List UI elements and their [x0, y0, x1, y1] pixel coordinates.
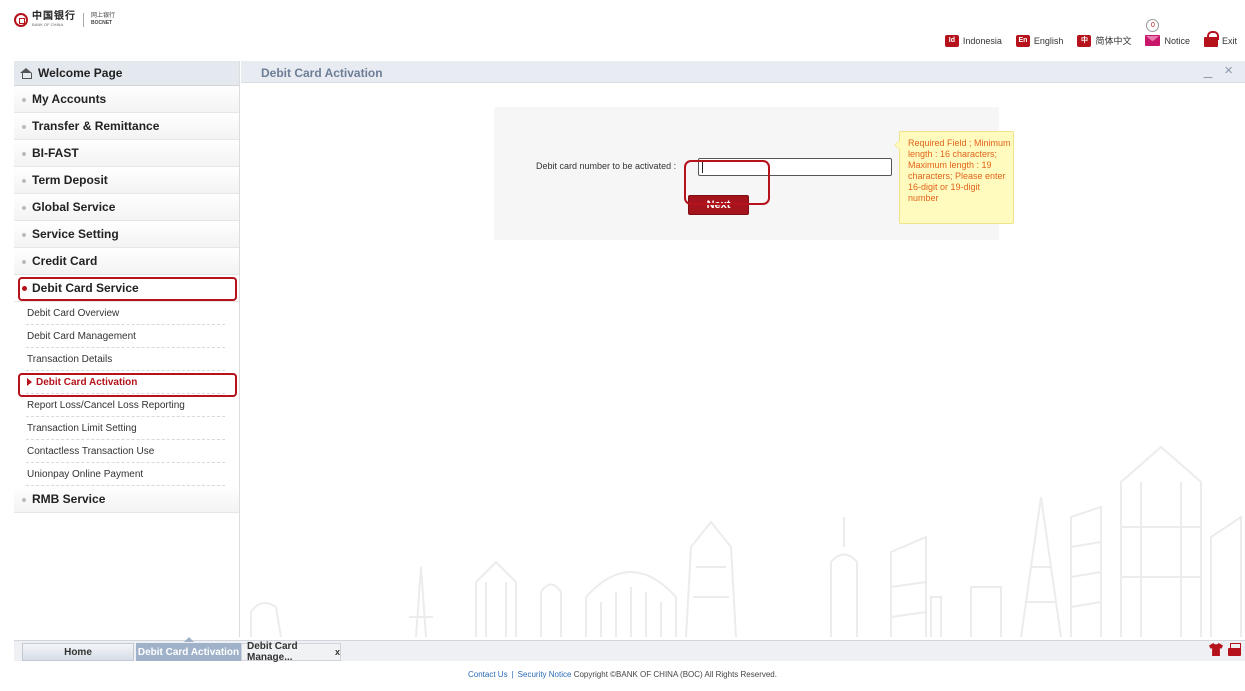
sidebar-item-label: Debit Card Service — [32, 281, 139, 295]
bank-logo[interactable]: 中国银行 BANK OF CHINA 网上银行 BOCNET — [14, 12, 115, 27]
sidebar-item-label: Transfer & Remittance — [32, 119, 160, 133]
bullet-icon — [22, 179, 26, 183]
submenu-item-label: Contactless Transaction Use — [27, 445, 155, 457]
submenu-item-label: Transaction Limit Setting — [27, 422, 137, 434]
netbank-name-cn: 网上银行 — [91, 13, 116, 19]
logo-divider — [83, 12, 84, 27]
submenu-item-label: Debit Card Overview — [27, 307, 120, 319]
sidebar-item-label: My Accounts — [32, 92, 107, 106]
lang-indonesia-link[interactable]: Id Indonesia — [944, 34, 1002, 47]
top-links: Id Indonesia En English 中 简体中文 0 Notice … — [944, 19, 1237, 48]
submenu-item-limit-setting[interactable]: Transaction Limit Setting — [26, 417, 225, 440]
sidebar-item-label: Welcome Page — [38, 66, 123, 80]
sidebar-item-global-service[interactable]: Global Service — [14, 194, 239, 221]
page-title: Debit Card Activation — [261, 66, 383, 80]
printer-icon[interactable] — [1228, 643, 1241, 656]
sidebar-item-transfer[interactable]: Transfer & Remittance — [14, 113, 239, 140]
submenu-item-label: Transaction Details — [27, 353, 113, 365]
footer: Contact Us | Security Notice Copyright ©BA… — [0, 670, 1245, 679]
indonesia-flag-icon: Id — [944, 34, 959, 47]
submenu-item-label: Report Loss/Cancel Loss Reporting — [27, 399, 185, 411]
sidebar-item-bi-fast[interactable]: BI-FAST — [14, 140, 239, 167]
bullet-icon — [22, 260, 26, 264]
tab-close-icon[interactable]: x — [335, 647, 340, 657]
sidebar-item-label: RMB Service — [32, 492, 106, 506]
contact-us-link[interactable]: Contact Us — [468, 670, 508, 679]
validation-tooltip: Required Field ; Minimum length : 16 cha… — [894, 131, 1014, 224]
tab-home[interactable]: Home — [22, 643, 134, 661]
exit-link[interactable]: Exit — [1203, 31, 1237, 48]
caret-right-icon — [27, 378, 32, 386]
sidebar-item-welcome[interactable]: Welcome Page — [14, 61, 239, 86]
tab-debit-card-activation[interactable]: Debit Card Activation — [136, 637, 241, 661]
submenu-item-report-loss[interactable]: Report Loss/Cancel Loss Reporting — [26, 394, 225, 417]
bullet-icon — [22, 233, 26, 237]
netbank-name-en: BOCNET — [91, 20, 113, 26]
sidebar-item-label: Term Deposit — [32, 173, 108, 187]
close-button[interactable]: × — [1224, 62, 1233, 79]
bullet-icon — [22, 206, 26, 210]
tab-label: Debit Card Manage... — [247, 641, 298, 663]
sidebar-item-service-setting[interactable]: Service Setting — [14, 221, 239, 248]
sidebar-item-my-accounts[interactable]: My Accounts — [14, 86, 239, 113]
english-flag-icon: En — [1015, 34, 1030, 47]
debit-card-submenu: Debit Card Overview Debit Card Managemen… — [14, 302, 239, 486]
content-area: Debit card number to be activated : Next… — [241, 84, 1245, 637]
lang-chinese-link[interactable]: 中 简体中文 — [1077, 34, 1131, 47]
sidebar-item-credit-card[interactable]: Credit Card — [14, 248, 239, 275]
submenu-item-label: Debit Card Activation — [36, 376, 138, 388]
mail-icon — [1145, 35, 1161, 46]
submenu-item-contactless[interactable]: Contactless Transaction Use — [26, 440, 225, 463]
chinese-flag-icon: 中 — [1077, 34, 1092, 47]
submenu-item-transaction-details[interactable]: Transaction Details — [26, 348, 225, 371]
sidebar-item-label: Global Service — [32, 200, 116, 214]
lang-indonesia-label: Indonesia — [962, 35, 1002, 46]
exit-label: Exit — [1221, 35, 1237, 46]
lang-english-label: English — [1033, 35, 1064, 46]
security-notice-link[interactable]: Security Notice — [518, 670, 572, 679]
submenu-item-management[interactable]: Debit Card Management — [26, 325, 225, 348]
submenu-item-label: Debit Card Management — [27, 330, 136, 342]
bullet-icon — [22, 98, 26, 102]
lock-icon — [1203, 31, 1219, 48]
sidebar-menu: Welcome Page My Accounts Transfer & Remi… — [14, 61, 240, 637]
lang-english-link[interactable]: En English — [1015, 34, 1064, 47]
footer-separator: | — [511, 670, 514, 679]
content-title-bar: Debit Card Activation _ × — [241, 61, 1245, 83]
sidebar-item-term-deposit[interactable]: Term Deposit — [14, 167, 239, 194]
lang-chinese-label: 简体中文 — [1095, 36, 1132, 46]
home-icon — [20, 68, 32, 79]
submenu-item-label: Unionpay Online Payment — [27, 468, 144, 480]
minimize-button[interactable]: _ — [1204, 62, 1212, 79]
sidebar-item-label: BI-FAST — [32, 146, 79, 160]
bullet-icon — [22, 286, 27, 291]
card-number-label: Debit card number to be activated : — [536, 161, 677, 171]
bank-name-en: BANK OF CHINA — [32, 22, 64, 27]
sidebar-item-debit-card-service[interactable]: Debit Card Service — [14, 275, 239, 302]
notice-count-badge: 0 — [1146, 19, 1160, 32]
sidebar-item-rmb-service[interactable]: RMB Service — [14, 486, 239, 513]
tab-debit-card-management[interactable]: Debit Card Manage... x — [241, 641, 341, 663]
submenu-item-unionpay[interactable]: Unionpay Online Payment — [26, 463, 225, 486]
notice-link[interactable]: 0 Notice — [1145, 19, 1190, 46]
skin-theme-icon[interactable] — [1209, 643, 1223, 656]
sidebar-item-label: Credit Card — [32, 254, 98, 268]
submenu-item-activation[interactable]: Debit Card Activation — [26, 371, 225, 394]
bottom-tab-bar: Home Debit Card Activation Debit Card Ma… — [14, 637, 1245, 663]
highlight-next-button — [684, 160, 770, 205]
bullet-icon — [22, 152, 26, 156]
header: 中国银行 BANK OF CHINA 网上银行 BOCNET Id Indone… — [0, 0, 1245, 60]
notice-label: Notice — [1164, 35, 1190, 46]
bank-name-cn: 中国银行 — [32, 11, 76, 22]
city-skyline-watermark — [250, 445, 1242, 637]
sidebar-item-label: Service Setting — [32, 227, 119, 241]
submenu-item-overview[interactable]: Debit Card Overview — [26, 302, 225, 325]
bullet-icon — [22, 498, 26, 502]
copyright-text: Copyright ©BANK OF CHINA (BOC) All Right… — [573, 670, 777, 679]
boc-logo-icon — [14, 12, 28, 27]
bullet-icon — [22, 125, 26, 129]
